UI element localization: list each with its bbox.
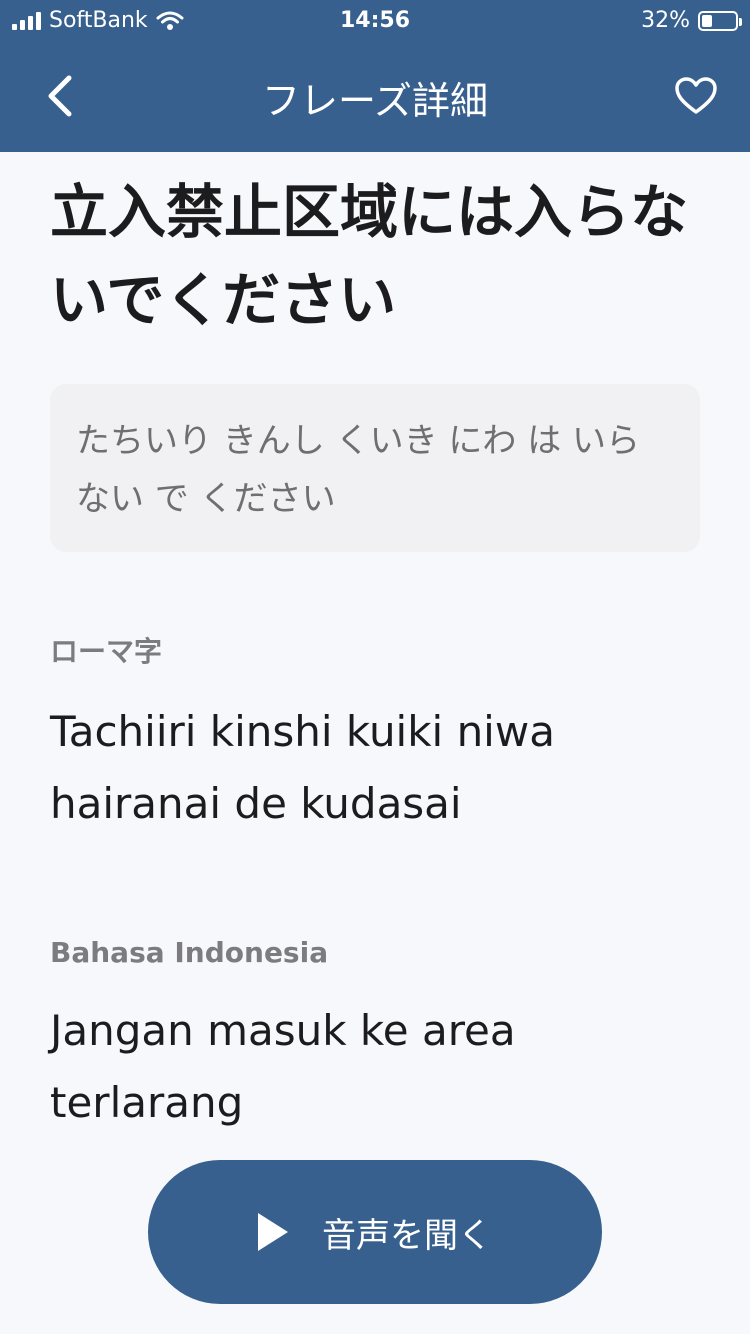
- play-audio-button[interactable]: 音声を聞く: [148, 1160, 602, 1304]
- reading-box: たちいり きんし くいき にわ は いらない で ください: [50, 384, 700, 552]
- status-right: 32%: [641, 8, 742, 33]
- play-icon: [258, 1213, 288, 1251]
- phrase-japanese: 立入禁止区域には入らないでください: [50, 178, 689, 334]
- play-audio-label: 音声を聞く: [322, 1215, 492, 1256]
- status-time: 14:56: [339, 8, 411, 33]
- status-bar: SoftBank 14:56 32%: [0, 0, 750, 40]
- romaji-text: Tachiiri kinshi kuiki niwa hairanai de k…: [50, 707, 555, 828]
- battery-percentage: 32%: [641, 8, 690, 33]
- romaji-label: ローマ字: [50, 635, 163, 668]
- favorite-button[interactable]: [668, 68, 724, 124]
- top-bar: SoftBank 14:56 32% フレーズ詳細: [0, 0, 750, 152]
- page-title: フレーズ詳細: [261, 79, 489, 123]
- battery-icon: [698, 10, 742, 31]
- phrase-detail: 立入禁止区域には入らないでください たちいり きんし くいき にわ は いらない…: [50, 168, 700, 1139]
- translation-text: Jangan masuk ke area terlarang: [50, 1006, 516, 1127]
- phrase-reading: たちいり きんし くいき にわ は いらない で ください: [76, 421, 641, 519]
- translation-label: Bahasa Indonesia: [50, 936, 329, 969]
- navigation-bar: フレーズ詳細: [0, 40, 750, 152]
- heart-outline-icon: [675, 77, 717, 114]
